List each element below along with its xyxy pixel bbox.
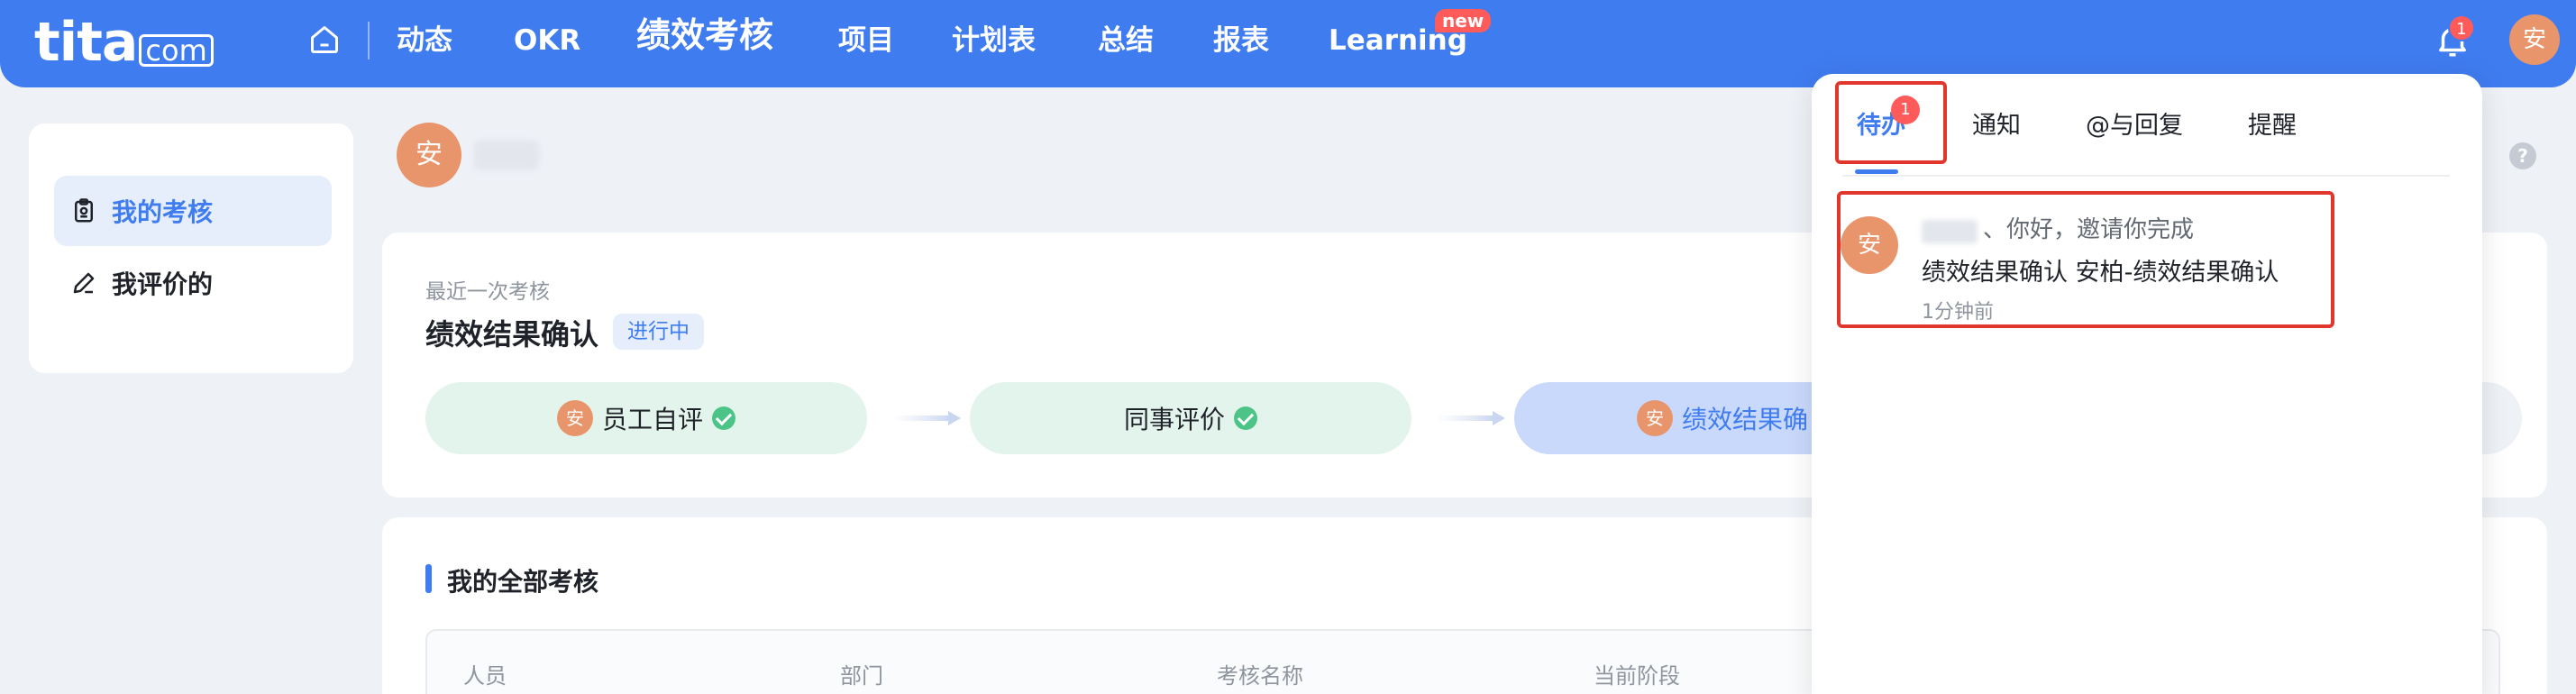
- notification-panel: [1812, 74, 2482, 694]
- highlight-box-notification: [1837, 191, 2334, 328]
- employee-name-redacted: [474, 141, 539, 169]
- sidebar: 我的考核 我评价的: [29, 123, 353, 373]
- stage-avatar: 安: [556, 400, 593, 436]
- stage-peer-review[interactable]: 同事评价: [970, 382, 1411, 454]
- tab-reminders[interactable]: 提醒: [2248, 108, 2297, 144]
- new-badge: new: [1435, 9, 1492, 32]
- arrow-right-icon: [1435, 411, 1505, 425]
- sidebar-item-label: 我评价的: [112, 269, 214, 299]
- nav-divider: [368, 22, 370, 59]
- active-tab-indicator: [1855, 169, 1898, 174]
- nav-item-project[interactable]: 项目: [838, 18, 894, 63]
- nav-item-feed[interactable]: 动态: [397, 18, 452, 63]
- column-header-review-name: 考核名称: [1217, 663, 1303, 689]
- tab-mentions[interactable]: @与回复: [2086, 108, 2183, 144]
- nav-item-performance[interactable]: 绩效考核: [636, 13, 773, 58]
- column-header-department: 部门: [840, 663, 883, 689]
- stage-label: 同事评价: [1123, 405, 1225, 434]
- nav-item-schedule[interactable]: 计划表: [952, 18, 1036, 63]
- notification-count-badge: 1: [2448, 14, 2475, 41]
- column-header-person: 人员: [463, 663, 507, 689]
- stage-label: 绩效结果确: [1682, 405, 1809, 434]
- check-icon: [1234, 406, 1257, 430]
- highlight-box-todo-tab: [1835, 81, 1947, 164]
- nav-item-okr[interactable]: OKR: [514, 18, 580, 63]
- logo-suffix: com: [139, 34, 214, 67]
- stage-label: 员工自评: [601, 405, 703, 434]
- sidebar-item-reviewed-by-me[interactable]: 我评价的: [54, 248, 332, 318]
- user-avatar[interactable]: 安: [2509, 14, 2560, 65]
- stage-self-review[interactable]: 安 员工自评: [425, 382, 867, 454]
- tab-notifications[interactable]: 通知: [1972, 108, 2021, 144]
- section-accent-bar: [425, 564, 432, 593]
- section-title: 我的全部考核: [447, 567, 599, 597]
- nav-item-report[interactable]: 报表: [1213, 18, 1269, 63]
- pen-icon: [73, 272, 95, 294]
- home-icon[interactable]: [308, 23, 341, 56]
- panel-divider: [1842, 175, 2450, 177]
- status-badge: 进行中: [613, 314, 704, 350]
- review-title[interactable]: 绩效结果确认: [425, 312, 598, 353]
- employee-avatar: 安: [397, 123, 461, 187]
- logo-text: tita: [34, 11, 138, 74]
- stage-avatar: 安: [1637, 400, 1673, 436]
- sidebar-item-label: 我的考核: [112, 197, 214, 227]
- help-icon[interactable]: ?: [2509, 142, 2536, 169]
- arrow-right-icon: [891, 411, 961, 425]
- nav-item-summary[interactable]: 总结: [1098, 18, 1154, 63]
- check-icon: [712, 406, 735, 430]
- sidebar-item-my-reviews[interactable]: 我的考核: [54, 176, 332, 246]
- recent-review-label: 最近一次考核: [425, 280, 550, 304]
- tita-logo[interactable]: tita com: [34, 11, 214, 74]
- clipboard-icon: [75, 198, 93, 223]
- column-header-current-stage: 当前阶段: [1594, 663, 1680, 689]
